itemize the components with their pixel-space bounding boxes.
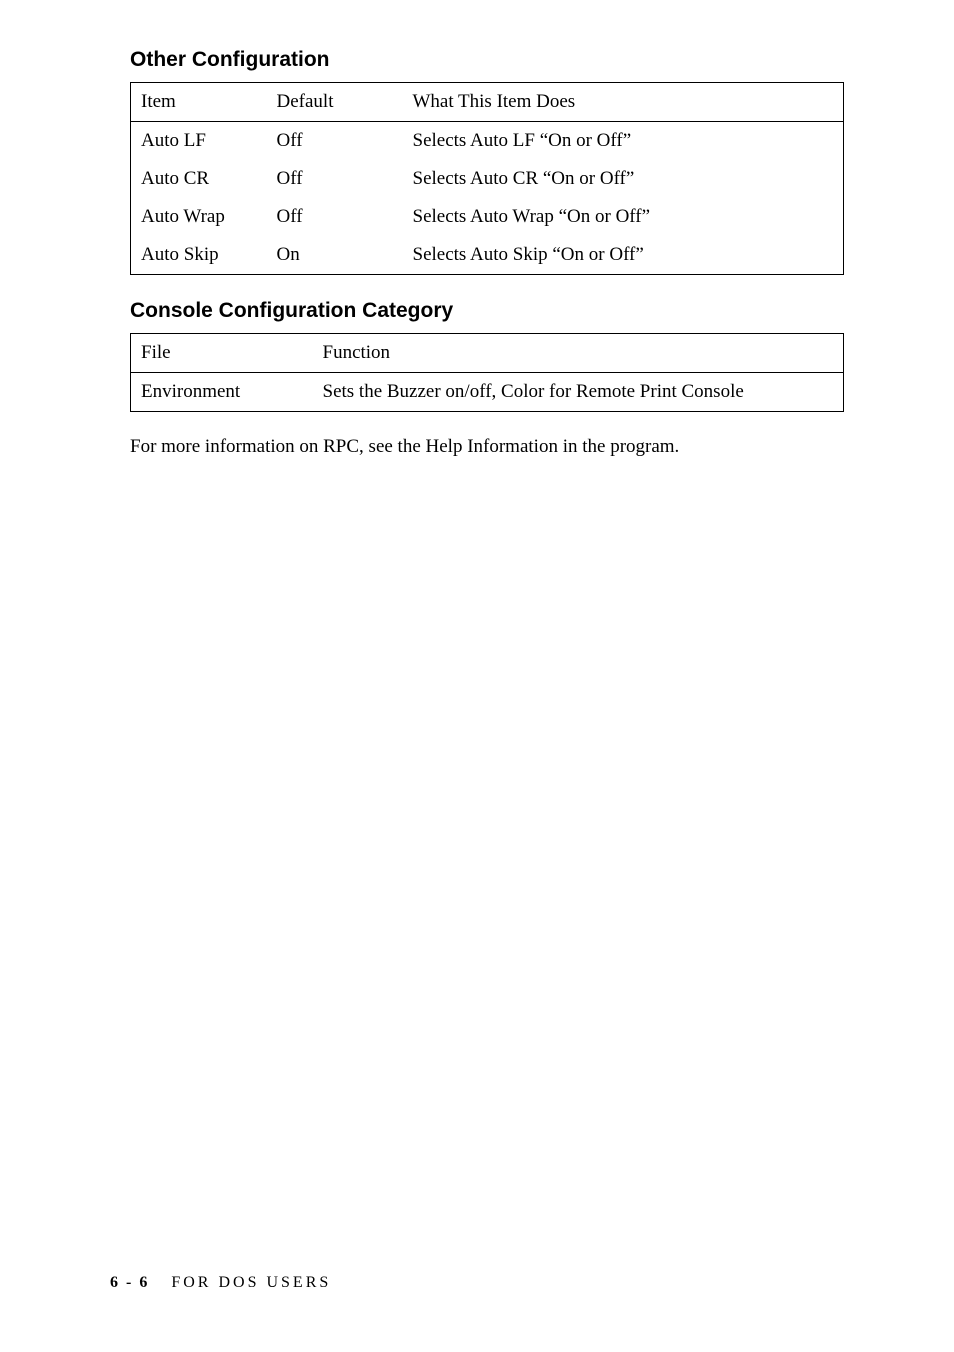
- cell-desc: Selects Auto CR “On or Off”: [403, 160, 844, 198]
- table-row: Auto Skip On Selects Auto Skip “On or Of…: [131, 236, 844, 275]
- cell-desc: Selects Auto LF “On or Off”: [403, 122, 844, 161]
- col-function: Function: [313, 334, 844, 373]
- cell-default: Off: [267, 122, 403, 161]
- page-number: 6 - 6: [110, 1274, 149, 1291]
- cell-default: On: [267, 236, 403, 275]
- body-paragraph: For more information on RPC, see the Hel…: [130, 436, 844, 458]
- table-row: Auto CR Off Selects Auto CR “On or Off”: [131, 160, 844, 198]
- table-header-row: File Function: [131, 334, 844, 373]
- cell-default: Off: [267, 160, 403, 198]
- cell-function: Sets the Buzzer on/off, Color for Remote…: [313, 373, 844, 412]
- col-desc: What This Item Does: [403, 83, 844, 122]
- console-configuration-table: File Function Environment Sets the Buzze…: [130, 333, 844, 412]
- col-default: Default: [267, 83, 403, 122]
- page-footer: 6 - 6 FOR DOS USERS: [110, 1274, 331, 1292]
- table-row: Auto Wrap Off Selects Auto Wrap “On or O…: [131, 198, 844, 236]
- cell-file: Environment: [131, 373, 313, 412]
- col-item: Item: [131, 83, 267, 122]
- table-row: Auto LF Off Selects Auto LF “On or Off”: [131, 122, 844, 161]
- footer-section-name: FOR DOS USERS: [171, 1274, 331, 1291]
- other-configuration-heading: Other Configuration: [130, 48, 844, 72]
- cell-item: Auto LF: [131, 122, 267, 161]
- console-configuration-heading: Console Configuration Category: [130, 299, 844, 323]
- cell-item: Auto Skip: [131, 236, 267, 275]
- cell-desc: Selects Auto Skip “On or Off”: [403, 236, 844, 275]
- cell-item: Auto CR: [131, 160, 267, 198]
- col-file: File: [131, 334, 313, 373]
- other-configuration-table: Item Default What This Item Does Auto LF…: [130, 82, 844, 275]
- cell-default: Off: [267, 198, 403, 236]
- table-header-row: Item Default What This Item Does: [131, 83, 844, 122]
- table-row: Environment Sets the Buzzer on/off, Colo…: [131, 373, 844, 412]
- cell-desc: Selects Auto Wrap “On or Off”: [403, 198, 844, 236]
- cell-item: Auto Wrap: [131, 198, 267, 236]
